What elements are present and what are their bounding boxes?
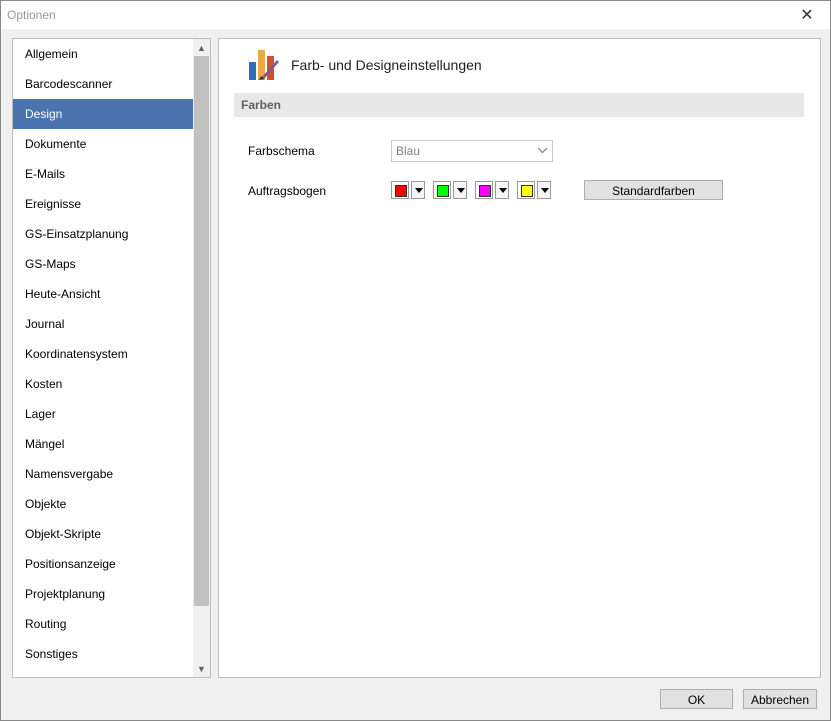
sidebar-item-positionsanzeige[interactable]: Positionsanzeige	[13, 549, 193, 579]
scroll-up-button[interactable]: ▲	[193, 39, 210, 56]
sidebar-item-lager[interactable]: Lager	[13, 399, 193, 429]
sidebar-item-design[interactable]: Design	[13, 99, 193, 129]
color-picker-2[interactable]	[433, 181, 468, 199]
window-title: Optionen	[7, 8, 56, 22]
design-palette-icon	[249, 50, 279, 80]
color-fill	[395, 185, 407, 197]
sidebar-item-routing[interactable]: Routing	[13, 609, 193, 639]
color-dropdown-button[interactable]	[453, 181, 467, 199]
sidebar-item-mängel[interactable]: Mängel	[13, 429, 193, 459]
section-header-farben: Farben	[234, 93, 804, 117]
scroll-thumb[interactable]	[194, 56, 209, 606]
color-fill	[479, 185, 491, 197]
sidebar-item-objekte[interactable]: Objekte	[13, 489, 193, 519]
color-swatch[interactable]	[517, 181, 535, 199]
settings-panel: Farb- und Designeinstellungen Farben Far…	[218, 38, 821, 678]
standardfarben-button[interactable]: Standardfarben	[584, 180, 723, 200]
farbschema-value: Blau	[396, 144, 421, 158]
sidebar-item-dokumente[interactable]: Dokumente	[13, 129, 193, 159]
sidebar-item-e-mails[interactable]: E-Mails	[13, 159, 193, 189]
sidebar-item-ereignisse[interactable]: Ereignisse	[13, 189, 193, 219]
sidebar-item-kosten[interactable]: Kosten	[13, 369, 193, 399]
sidebar-item-sonstiges[interactable]: Sonstiges	[13, 639, 193, 669]
close-icon: ✕	[800, 7, 814, 24]
color-picker-1[interactable]	[391, 181, 426, 199]
color-dropdown-button[interactable]	[495, 181, 509, 199]
color-fill	[437, 185, 449, 197]
sidebar-item-projektplanung[interactable]: Projektplanung	[13, 579, 193, 609]
sidebar-item-allgemein[interactable]: Allgemein	[13, 39, 193, 69]
color-dropdown-button[interactable]	[411, 181, 425, 199]
color-swatch[interactable]	[475, 181, 493, 199]
category-list: Allgemein Barcodescanner Design Dokumente E-…	[12, 38, 211, 678]
color-fill	[521, 185, 533, 197]
sidebar-item-heute-ansicht[interactable]: Heute-Ansicht	[13, 279, 193, 309]
panel-title: Farb- und Designeinstellungen	[291, 57, 482, 73]
cancel-button[interactable]: Abbrechen	[743, 689, 817, 709]
sidebar-item-objekt-skripte[interactable]: Objekt-Skripte	[13, 519, 193, 549]
section-label: Farben	[241, 98, 282, 112]
close-button[interactable]: ✕	[784, 1, 830, 29]
color-dropdown-button[interactable]	[537, 181, 551, 199]
ok-button[interactable]: OK	[660, 689, 733, 709]
category-scrollbar[interactable]: ▲ ▼	[193, 39, 210, 677]
chevron-down-icon: ▼	[197, 663, 206, 674]
color-picker-3[interactable]	[475, 181, 510, 199]
color-swatch[interactable]	[433, 181, 451, 199]
chevron-up-icon: ▲	[197, 42, 206, 53]
scroll-down-button[interactable]: ▼	[193, 660, 210, 677]
options-dialog: Optionen ✕ Allgemein Barcodescanner Design…	[0, 0, 831, 721]
sidebar-item-koordinatensystem[interactable]: Koordinatensystem	[13, 339, 193, 369]
category-list-items: Allgemein Barcodescanner Design Dokumente E-…	[13, 39, 193, 669]
color-picker-4[interactable]	[517, 181, 552, 199]
color-swatch[interactable]	[391, 181, 409, 199]
auftragsbogen-label: Auftragsbogen	[248, 184, 327, 198]
farbschema-label: Farbschema	[248, 144, 315, 158]
sidebar-item-gs-maps[interactable]: GS-Maps	[13, 249, 193, 279]
farbschema-select[interactable]: Blau	[391, 140, 553, 162]
sidebar-item-journal[interactable]: Journal	[13, 309, 193, 339]
title-bar: Optionen ✕	[1, 1, 830, 29]
sidebar-item-gs-einsatzplanung[interactable]: GS-Einsatzplanung	[13, 219, 193, 249]
sidebar-item-namensvergabe[interactable]: Namensvergabe	[13, 459, 193, 489]
sidebar-item-barcodescanner[interactable]: Barcodescanner	[13, 69, 193, 99]
chevron-down-icon	[537, 147, 548, 154]
